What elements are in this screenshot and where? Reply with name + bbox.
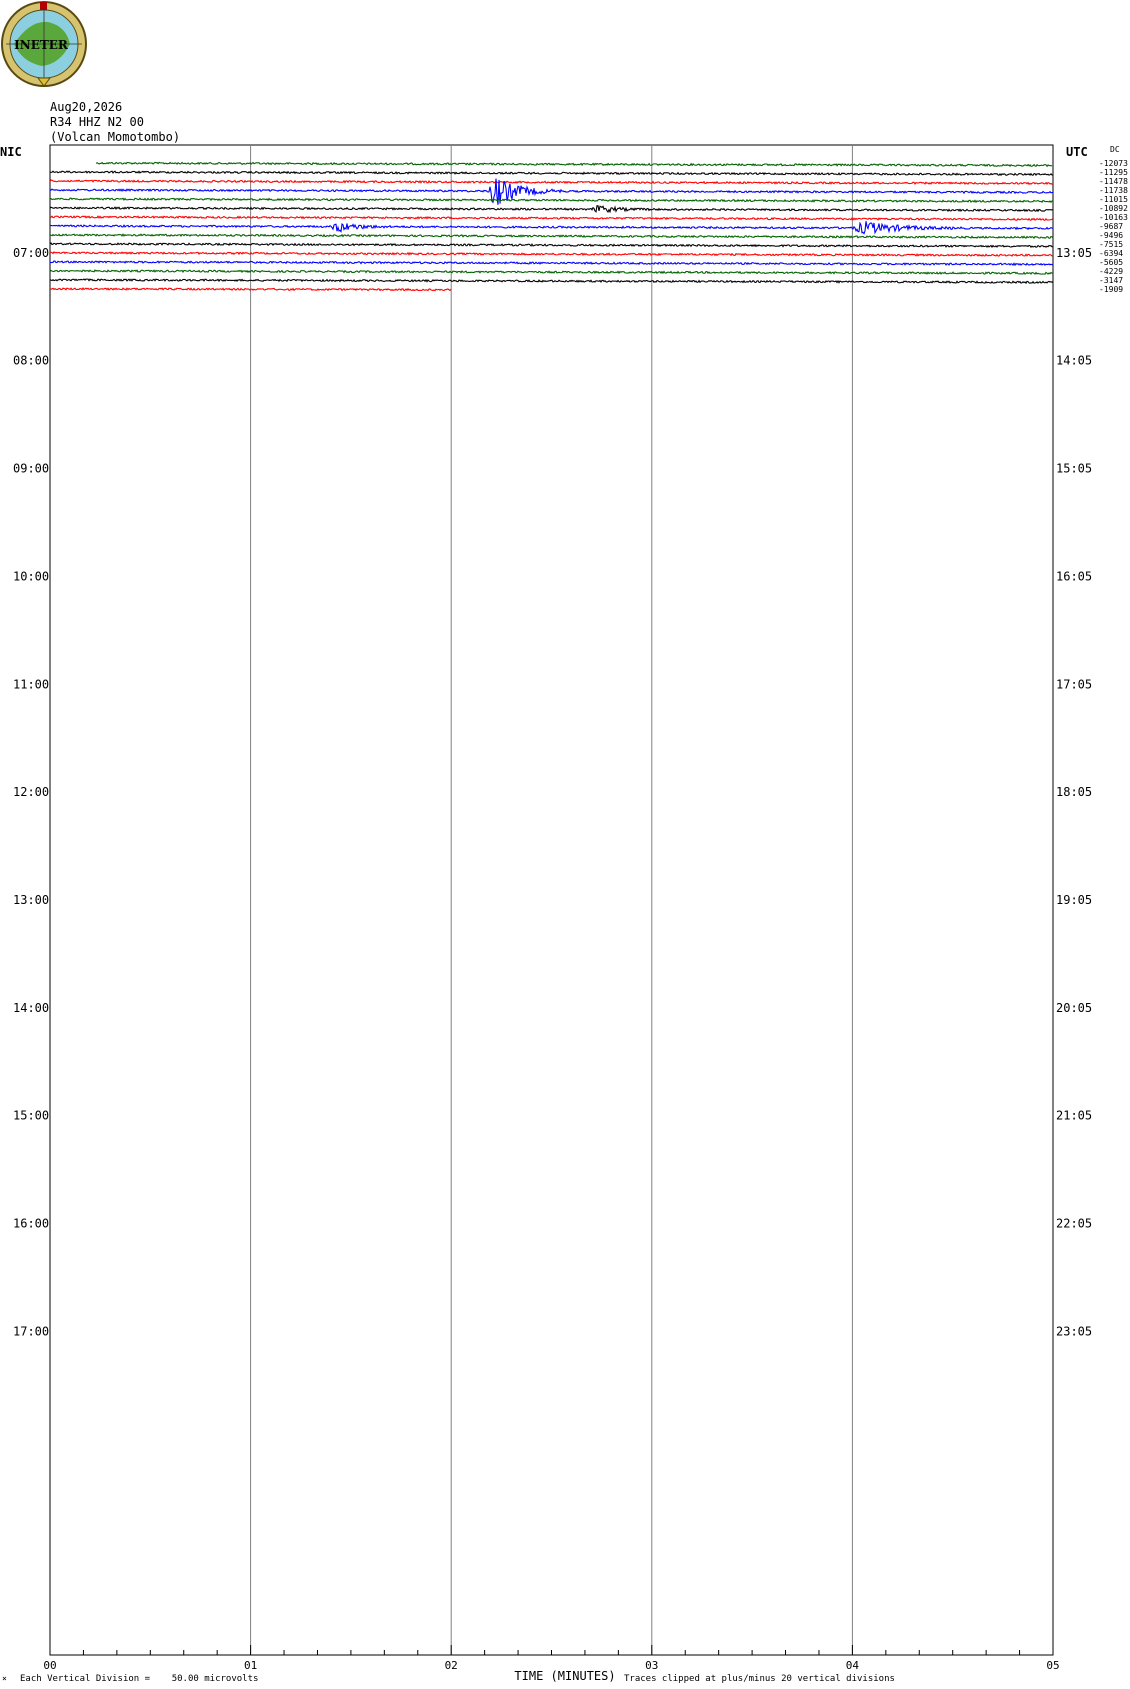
right-hour-label: 20:05	[1056, 1001, 1092, 1015]
seismic-trace	[49, 251, 1054, 257]
dc-offset-label: -11295	[1099, 168, 1128, 177]
right-hour-label: 19:05	[1056, 893, 1092, 907]
left-hour-label: 17:00	[13, 1324, 49, 1338]
dc-offset-label: -4229	[1099, 267, 1123, 276]
dc-offset-label: -1909	[1099, 285, 1123, 294]
dc-offset-label: -9496	[1099, 231, 1123, 240]
left-hour-label: 11:00	[13, 677, 49, 691]
right-hour-label: 13:05	[1056, 246, 1092, 260]
left-hour-label: 13:00	[13, 893, 49, 907]
chart-grid	[49, 144, 1054, 1656]
seismic-trace	[49, 170, 1054, 177]
x-tick-label: 04	[846, 1659, 860, 1672]
right-hour-label: 22:05	[1056, 1217, 1092, 1231]
right-axis-label: UTC	[1066, 145, 1088, 159]
right-hour-label: 15:05	[1056, 462, 1092, 476]
seismic-trace	[49, 215, 1054, 221]
x-tick-label: 05	[1046, 1659, 1059, 1672]
dc-offset-label: -6394	[1099, 249, 1123, 258]
chart-labels: 00 01 02 03 04 05 07:00 08:00 09:00 10:00 11:00 12:…	[13, 159, 1128, 1672]
seismic-trace	[49, 269, 1054, 275]
seismic-trace	[49, 260, 1054, 267]
dc-label: DC	[1110, 145, 1120, 154]
dc-offset-label: -10163	[1099, 213, 1128, 222]
dc-offset-label: -10892	[1099, 204, 1128, 213]
right-hour-label: 18:05	[1056, 785, 1092, 799]
dc-offset-label: -3147	[1099, 276, 1123, 285]
seismic-trace	[49, 242, 1054, 249]
seismic-trace	[49, 197, 1054, 204]
left-hour-label: 07:00	[13, 246, 49, 260]
dc-offset-label: -11738	[1099, 186, 1128, 195]
seismic-trace	[49, 205, 1054, 214]
chart-traces	[49, 161, 1054, 292]
right-hour-label: 14:05	[1056, 354, 1092, 368]
dc-offset-label: -12073	[1099, 159, 1128, 168]
dc-offset-label: -11478	[1099, 177, 1128, 186]
right-hour-label: 21:05	[1056, 1109, 1092, 1123]
helicorder-chart: 00 01 02 03 04 05 07:00 08:00 09:00 10:00 11:00 12:…	[0, 144, 1128, 1684]
left-hour-label: 09:00	[13, 462, 49, 476]
x-tick-label: 00	[43, 1659, 56, 1672]
seismic-trace	[49, 221, 1054, 235]
left-hour-label: 10:00	[13, 569, 49, 583]
plot-frame	[49, 144, 1054, 1656]
left-hour-label: 12:00	[13, 785, 49, 799]
dc-offset-label: -7515	[1099, 240, 1123, 249]
left-hour-label: 16:00	[13, 1217, 49, 1231]
dc-offset-label: -5605	[1099, 258, 1123, 267]
seismic-trace	[95, 161, 1053, 168]
scale-text: Each Vertical Division = 50.00 microvolt…	[20, 1674, 258, 1684]
left-hour-label: 15:00	[13, 1109, 49, 1123]
x-tick-label: 02	[445, 1659, 458, 1672]
clip-text: Traces clipped at plus/minus 20 vertical…	[624, 1674, 895, 1684]
x-axis-label: TIME (MINUTES)	[514, 1669, 615, 1683]
x-tick-label: 01	[244, 1659, 257, 1672]
x-tick-label: 03	[645, 1659, 658, 1672]
left-axis-label: NIC	[0, 145, 22, 159]
left-hour-label: 08:00	[13, 354, 49, 368]
left-hour-label: 14:00	[13, 1001, 49, 1015]
seismic-trace	[49, 233, 1054, 240]
seismic-trace	[49, 179, 1054, 186]
right-hour-label: 17:05	[1056, 677, 1092, 691]
right-hour-label: 16:05	[1056, 569, 1092, 583]
right-hour-label: 23:05	[1056, 1324, 1092, 1338]
scale-mark: ×	[2, 1674, 7, 1683]
dc-offset-label: -9687	[1099, 222, 1123, 231]
dc-offset-label: -11015	[1099, 195, 1128, 204]
seismic-trace	[49, 278, 1054, 285]
